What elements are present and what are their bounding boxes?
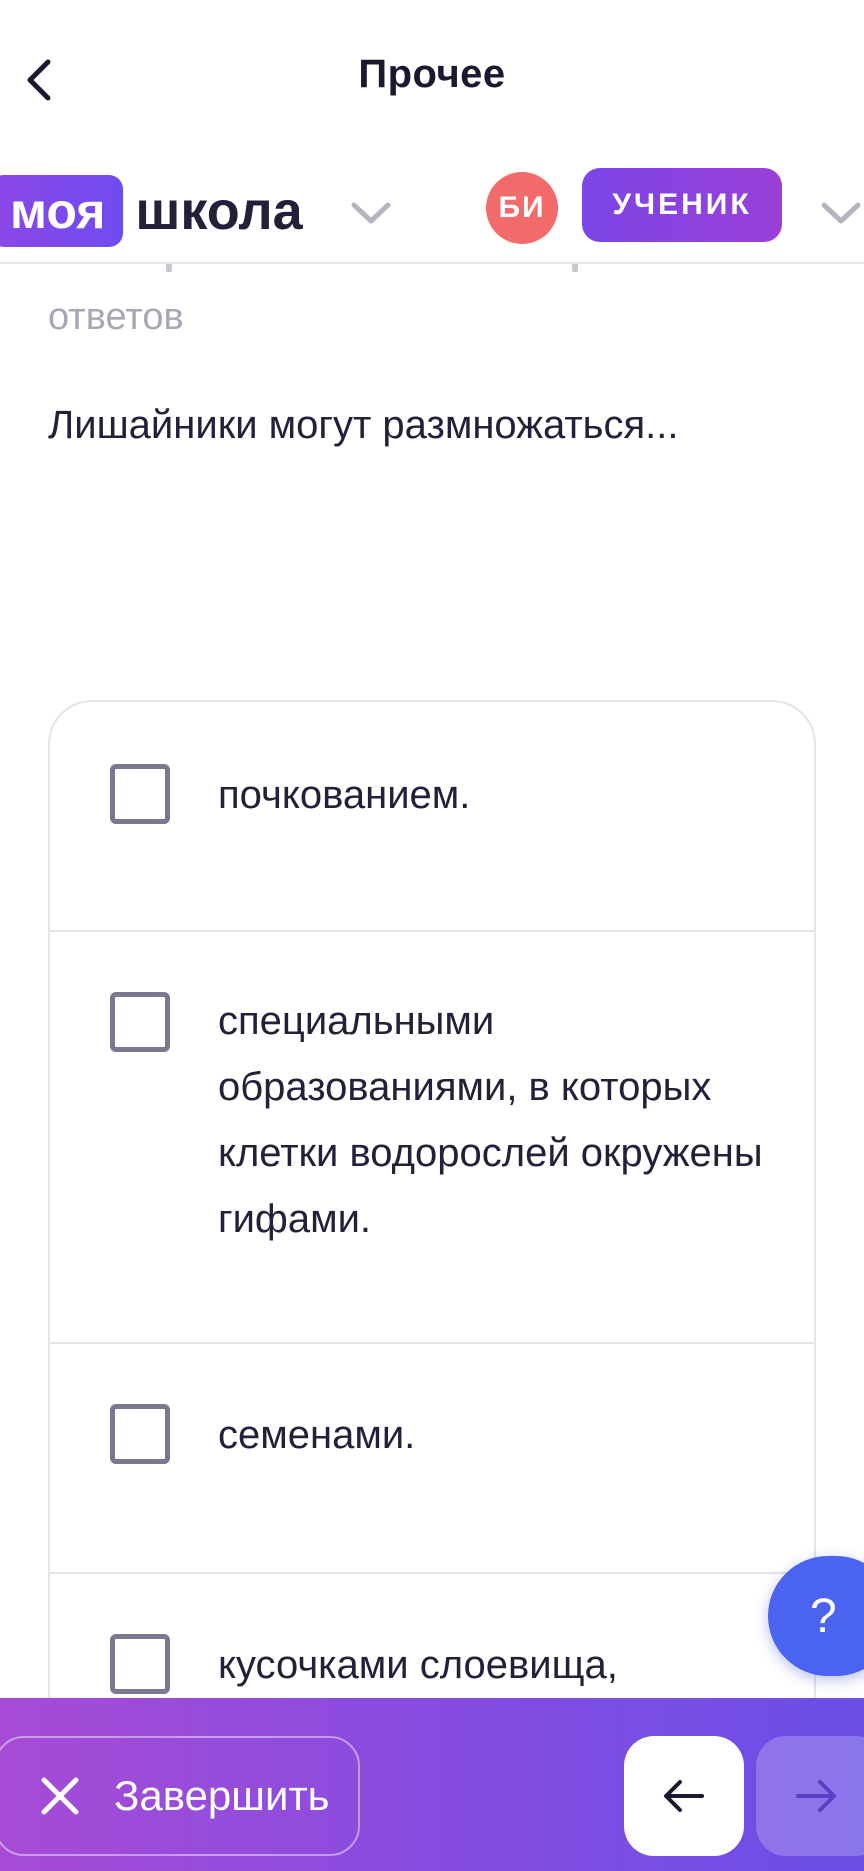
brand-bar: моя школа БИ УЧЕНИК	[0, 160, 864, 264]
answer-text: кусочками слоевища,	[218, 1643, 618, 1687]
checkbox[interactable]	[110, 1634, 170, 1694]
finish-button[interactable]: Завершить	[0, 1736, 360, 1856]
checkbox[interactable]	[110, 992, 170, 1052]
answer-text: семенами.	[218, 1413, 416, 1457]
question-text: Лишайники могут размножаться...	[48, 403, 679, 447]
answer-text: специальными образованиями, в которых кл…	[218, 999, 763, 1241]
avatar[interactable]: БИ	[486, 172, 558, 244]
cut-off-text	[48, 264, 648, 272]
logo-moya: моя	[0, 175, 124, 247]
checkbox[interactable]	[110, 1404, 170, 1464]
logo-shkola: школа	[135, 181, 303, 241]
checkbox[interactable]	[110, 764, 170, 824]
top-nav: Прочее	[0, 0, 864, 160]
answer-option[interactable]: специальными образованиями, в которых кл…	[50, 932, 814, 1344]
close-icon	[41, 1777, 79, 1815]
bottom-bar: Завершить	[0, 1698, 864, 1871]
answer-text: почкованием.	[218, 773, 471, 817]
role-badge[interactable]: УЧЕНИК	[582, 168, 782, 242]
finish-label: Завершить	[114, 1772, 330, 1819]
chevron-down-icon[interactable]	[818, 190, 864, 236]
next-button[interactable]	[756, 1736, 864, 1856]
arrow-left-icon	[664, 1780, 704, 1812]
instruction-text: ответов	[48, 296, 184, 338]
page-title: Прочее	[358, 52, 506, 96]
answer-option[interactable]: семенами.	[50, 1344, 814, 1574]
app-logo[interactable]: моя школа	[0, 170, 303, 252]
arrow-right-icon	[796, 1780, 836, 1812]
chevron-down-icon[interactable]	[348, 190, 394, 236]
previous-button[interactable]	[624, 1736, 744, 1856]
answer-list: почкованием. специальными образованиями,…	[48, 700, 816, 1800]
answer-option[interactable]: почкованием.	[50, 702, 814, 932]
